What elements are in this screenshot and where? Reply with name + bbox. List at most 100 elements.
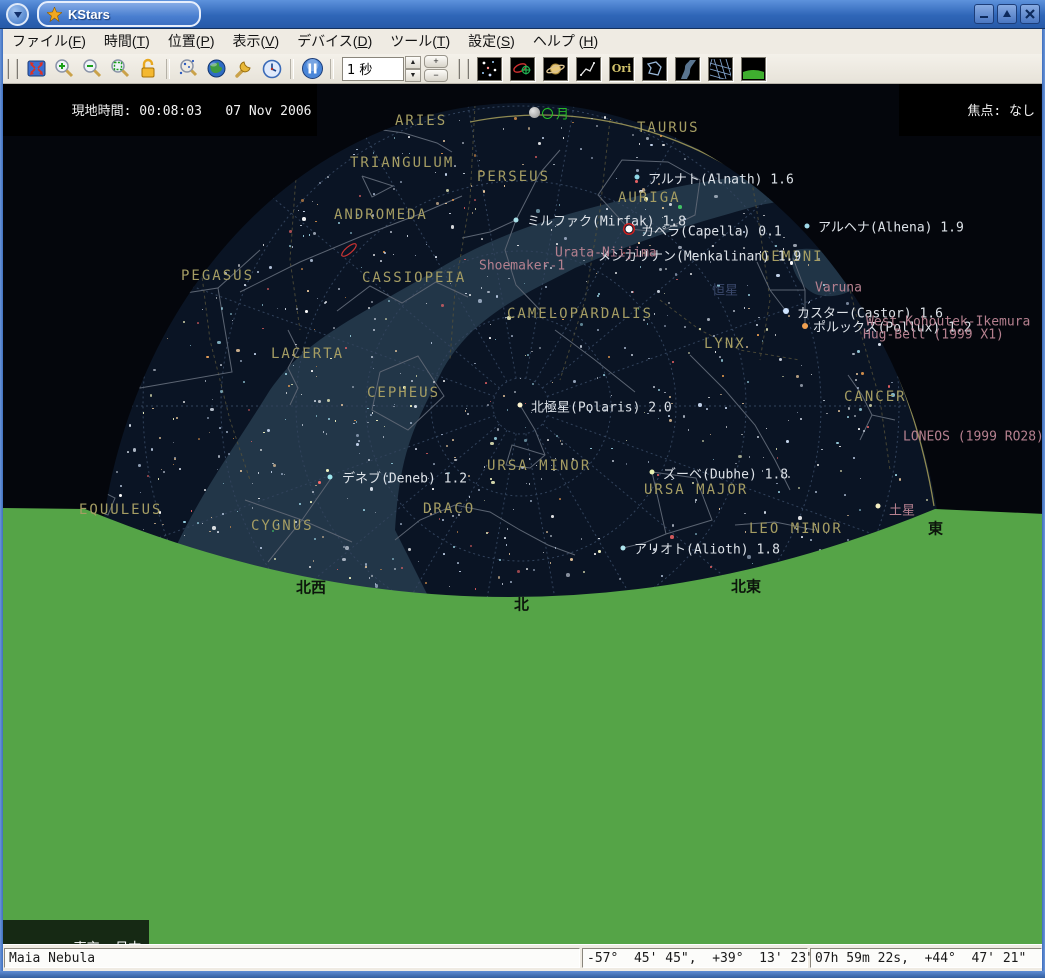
sky-map[interactable]: ARIESTAURUSTRIANGULUMPERSEUSAURIGAANDROM… — [3, 83, 1042, 945]
toolbar: ▲ ▼ + − — [3, 54, 1042, 84]
coordinate-grid-icon — [710, 59, 731, 79]
star-marker[interactable] — [805, 224, 810, 229]
minimize-button[interactable] — [974, 4, 994, 24]
toggle-constellation-boundaries-button[interactable] — [642, 57, 667, 81]
timestep-input[interactable] — [342, 57, 404, 81]
timestep-up-button[interactable]: ▲ — [405, 56, 421, 69]
globe-button[interactable] — [202, 56, 230, 82]
local-date-value: 07 Nov 2006 — [225, 104, 311, 119]
focus-infobox[interactable]: 焦点: なし — [899, 83, 1041, 136]
toggle-planets-button[interactable] — [543, 57, 568, 81]
toggle-constellation-names-button[interactable]: Ori — [609, 57, 634, 81]
menu-item-time[interactable]: 時間(T) — [95, 28, 159, 54]
star-marker[interactable] — [650, 470, 655, 475]
globe-icon — [206, 58, 227, 79]
milky-way-icon — [677, 59, 698, 79]
configure-button[interactable] — [230, 56, 258, 82]
local-time-label: 現地時間: — [72, 104, 132, 119]
status-object-name: Maia Nebula — [4, 948, 580, 968]
title-pill[interactable]: KStars — [37, 1, 201, 27]
window-frame-left — [0, 28, 3, 978]
toolbar-handle[interactable] — [7, 59, 18, 79]
object-label[interactable]: LONEOS (1999 RO28) — [903, 430, 1042, 445]
menu-item-file[interactable]: ファイル(F) — [3, 28, 95, 54]
wrench-icon — [233, 58, 255, 80]
toolbar-separator — [166, 59, 170, 79]
time-infobox[interactable]: 現地時間: 00:08:03 07 Nov 2006 — [3, 83, 317, 136]
toolbar-handle[interactable] — [458, 59, 469, 79]
toggle-stars-button[interactable] — [477, 57, 502, 81]
focus-label: 焦点: — [967, 104, 1001, 119]
status-radec: 07h 59m 22s, +44° 47' 21" — [810, 948, 1042, 968]
fullscreen-button[interactable] — [22, 56, 50, 82]
object-label[interactable]: 北極星(Polaris) 2.0 — [531, 397, 672, 416]
clock-icon — [261, 58, 283, 80]
object-label[interactable]: Shoemaker-1 — [479, 259, 565, 274]
set-time-button[interactable] — [258, 56, 286, 82]
titlebar[interactable]: KStars — [0, 0, 1045, 29]
kstars-app-icon — [47, 7, 62, 22]
toggle-grid-button[interactable] — [708, 57, 733, 81]
find-object-icon — [177, 58, 199, 80]
focus-value: なし — [1009, 104, 1035, 119]
zoom-out-button[interactable] — [78, 56, 106, 82]
toggle-deep-sky-button[interactable] — [510, 57, 535, 81]
menu-item-settings[interactable]: 設定(S) — [459, 28, 524, 54]
find-object-button[interactable] — [174, 56, 202, 82]
star-marker[interactable] — [514, 218, 519, 223]
statusbar: Maia Nebula -57° 45' 45", +39° 13' 23" 0… — [3, 944, 1042, 971]
close-button[interactable] — [1020, 4, 1040, 24]
geo-infobox[interactable]: 東京, 日本 — [3, 920, 149, 945]
track-lock-button[interactable] — [134, 56, 162, 82]
window-menu-button[interactable] — [6, 3, 29, 26]
pause-clock-button[interactable] — [298, 56, 326, 82]
menubar: ファイル(F)時間(T)位置(P)表示(V)デバイス(D)ツール(T)設定(S)… — [3, 28, 1042, 55]
object-label[interactable]: 恒星 — [712, 280, 738, 299]
maximize-button[interactable] — [997, 4, 1017, 24]
menu-item-view[interactable]: 表示(V) — [224, 28, 289, 54]
star-marker[interactable] — [626, 226, 633, 233]
zoom-default-icon — [109, 58, 131, 80]
toggle-milky-way-button[interactable] — [675, 57, 700, 81]
menu-item-tools[interactable]: ツール(T) — [381, 28, 459, 54]
toggle-ground-button[interactable] — [741, 57, 766, 81]
star-marker[interactable] — [783, 308, 789, 314]
object-label[interactable]: 土星 — [889, 500, 915, 519]
toggle-constellation-lines-button[interactable] — [576, 57, 601, 81]
object-label[interactable]: アルヘナ(Alhena) 1.9 — [818, 217, 964, 236]
menu-item-location[interactable]: 位置(P) — [159, 28, 224, 54]
constellation-names-icon: Ori — [612, 62, 632, 75]
zoom-out-icon — [81, 58, 103, 80]
star-marker[interactable] — [621, 546, 626, 551]
menu-item-help[interactable]: ヘルプ (H) — [524, 28, 607, 54]
window-menu-arrow-icon — [14, 12, 22, 18]
toolbar-separator — [330, 59, 334, 79]
timestep-down-button[interactable]: ▼ — [405, 69, 421, 82]
stars-icon — [479, 59, 500, 79]
zoom-default-button[interactable] — [106, 56, 134, 82]
object-label[interactable]: アルナト(Alnath) 1.6 — [648, 169, 794, 188]
star-marker[interactable] — [876, 504, 881, 509]
object-label[interactable]: 月 — [556, 104, 569, 123]
star-marker[interactable] — [328, 475, 333, 480]
object-label[interactable]: Hug-Bell (1999 X1) — [863, 328, 1004, 343]
object-label[interactable]: アリオト(Alioth) 1.8 — [634, 539, 780, 558]
star-marker[interactable] — [802, 323, 808, 329]
star-marker[interactable] — [518, 403, 523, 408]
status-azalt: -57° 45' 45", +39° 13' 23" — [582, 948, 808, 968]
object-label[interactable]: デネブ(Deneb) 1.2 — [342, 468, 467, 487]
object-label[interactable]: Urata-Niijima — [555, 246, 657, 261]
timestep-plus-button[interactable]: + — [424, 55, 448, 68]
menu-item-devices[interactable]: デバイス(D) — [288, 28, 381, 54]
deep-sky-icon — [512, 59, 533, 79]
local-time-value: 00:08:03 — [139, 104, 202, 119]
zoom-in-button[interactable] — [50, 56, 78, 82]
kstars-window: KStars ファイル(F)時間(T)位置(P)表示(V)デバイス(D)ツール(… — [0, 0, 1045, 978]
star-marker[interactable] — [635, 175, 640, 180]
object-label[interactable]: ズーベ(Dubhe) 1.8 — [663, 464, 788, 483]
close-icon — [1025, 9, 1035, 19]
object-label[interactable]: カペラ(Capella) 0.1 — [641, 221, 782, 240]
object-label[interactable]: Varuna — [815, 281, 862, 296]
timestep-minus-button[interactable]: − — [424, 69, 448, 82]
saturn-icon — [545, 59, 566, 79]
